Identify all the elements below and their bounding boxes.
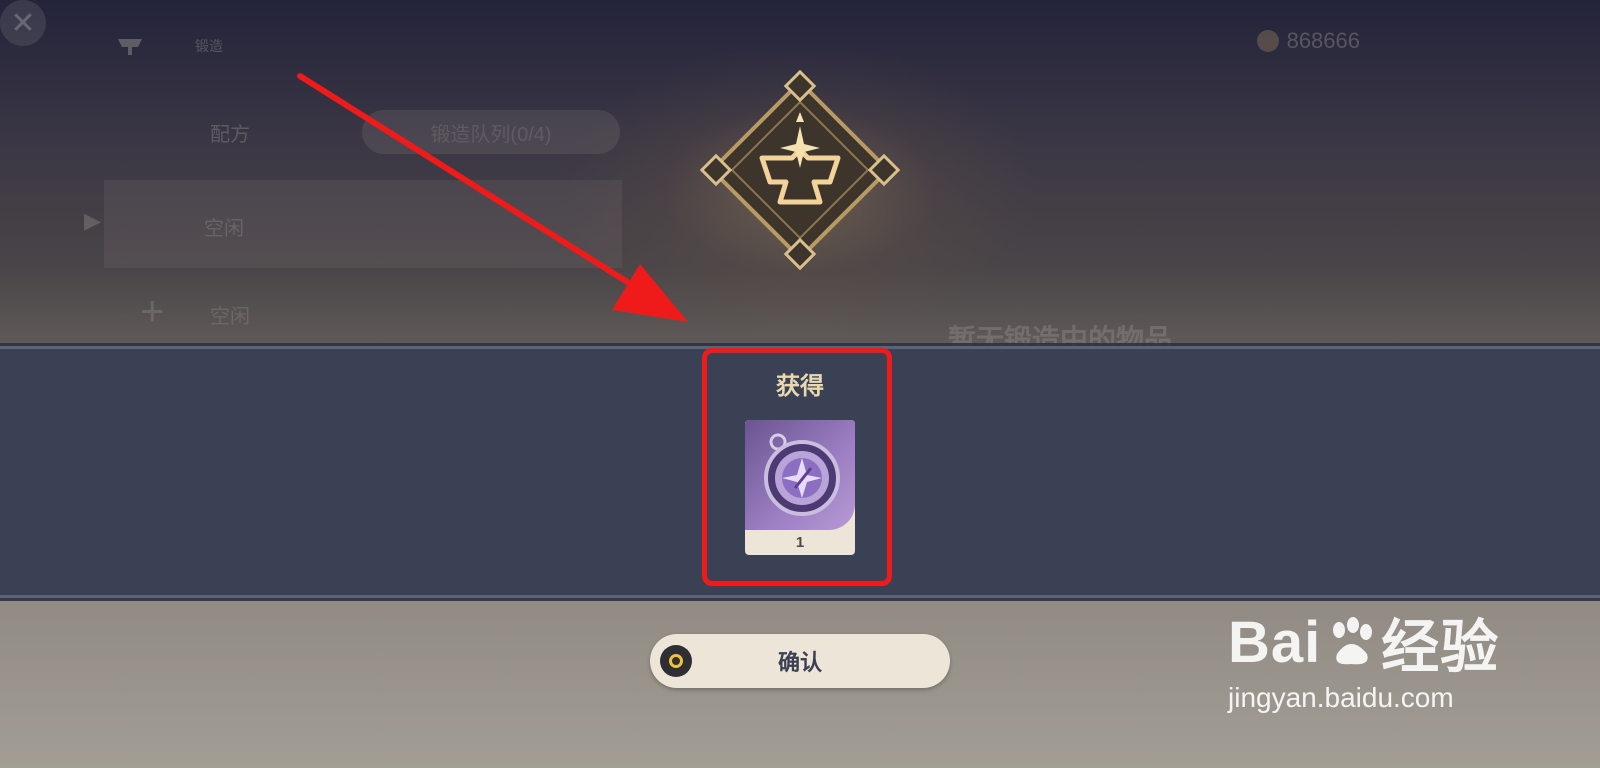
confirm-button[interactable]: 确认	[650, 634, 950, 688]
paw-icon	[1333, 617, 1373, 665]
confirm-label: 确认	[777, 650, 822, 675]
forge-slot-1-label: 空闲	[204, 218, 244, 240]
close-button[interactable]: ✕	[0, 0, 46, 46]
tab-recipe[interactable]: 配方	[210, 118, 250, 147]
watermark-logo: Bai 经验	[1228, 600, 1518, 684]
annotation-highlight-box	[702, 348, 892, 586]
currency-display: 868666	[1256, 28, 1360, 54]
coin-icon	[1256, 30, 1279, 52]
ring-glyph	[669, 654, 683, 668]
tab-forge-queue[interactable]: 锻造队列(0/4)	[362, 110, 620, 154]
slot-arrow-icon: ▶	[84, 208, 101, 233]
gamepad-circle-icon	[660, 645, 692, 677]
forge-slot-2-label: 空闲	[210, 306, 250, 328]
anvil-emblem-icon	[700, 70, 900, 270]
watermark-brand: Bai	[1228, 609, 1322, 675]
baidu-watermark: Bai 经验 jingyan.baidu.com	[1228, 600, 1518, 714]
watermark-url: jingyan.baidu.com	[1228, 682, 1454, 713]
forge-slot-1[interactable]	[104, 180, 622, 268]
forge-menu-icon	[118, 39, 142, 55]
add-slot-icon[interactable]: +	[140, 290, 165, 332]
watermark-brand-suffix: 经验	[1381, 615, 1500, 680]
page-title: 锻造	[195, 38, 223, 54]
currency-value: 868666	[1286, 28, 1360, 53]
